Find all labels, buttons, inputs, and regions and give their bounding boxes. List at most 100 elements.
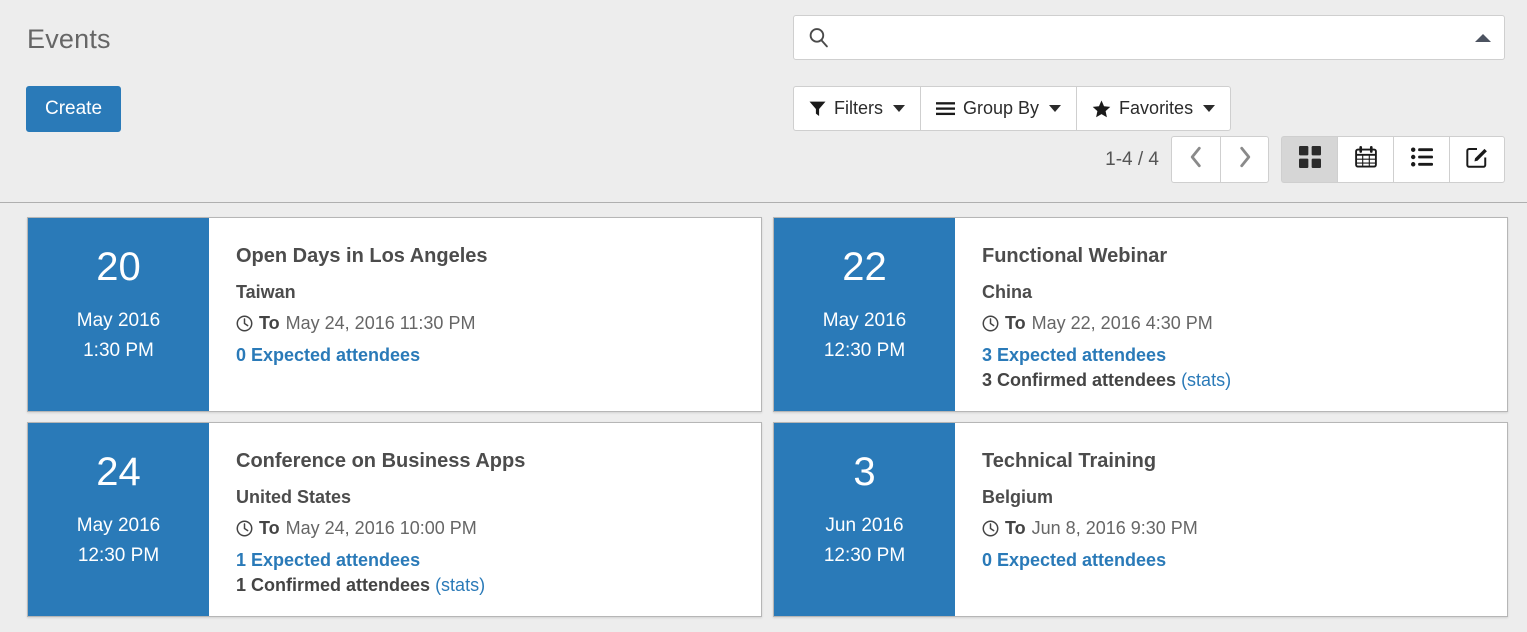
card-time: 12:30 PM xyxy=(823,340,906,361)
clock-icon xyxy=(236,520,253,537)
group-by-label: Group By xyxy=(963,98,1040,118)
card-body: Open Days in Los Angeles Taiwan To May 2… xyxy=(209,218,761,411)
favorites-button[interactable]: Favorites xyxy=(1076,86,1232,131)
card-confirmed-line: 1 Confirmed attendees (stats) xyxy=(236,573,761,598)
caret-up-icon[interactable] xyxy=(1475,33,1491,42)
card-title: Functional Webinar xyxy=(982,245,1168,267)
pager-and-views: 1-4 / 4 xyxy=(1105,136,1505,183)
confirmed-attendees-label: 1 Confirmed attendees xyxy=(236,575,431,595)
view-button-list[interactable] xyxy=(1393,136,1449,183)
pager-count: 1-4 / 4 xyxy=(1105,148,1159,170)
view-button-form[interactable] xyxy=(1449,136,1505,183)
stats-link[interactable]: (stats) xyxy=(435,575,485,595)
card-day: 22 xyxy=(842,245,887,289)
pager-previous-button[interactable] xyxy=(1171,136,1220,183)
card-time: 12:30 PM xyxy=(823,545,906,566)
kanban-card[interactable]: 3 Jun 2016 12:30 PM Technical Training B… xyxy=(773,422,1508,617)
kanban-card[interactable]: 24 May 2016 12:30 PM Conference on Busin… xyxy=(27,422,762,617)
clock-icon xyxy=(982,315,999,332)
chevron-down-icon xyxy=(1203,105,1216,112)
card-title: Technical Training xyxy=(982,450,1157,472)
chevron-down-icon xyxy=(1049,105,1062,112)
kanban-container: 20 May 2016 1:30 PM Open Days in Los Ang… xyxy=(0,203,1527,617)
page-title: Events xyxy=(27,24,111,54)
list-bullets-icon xyxy=(1410,147,1433,172)
card-month-year: May 2016 xyxy=(822,310,907,331)
card-country: China xyxy=(982,282,1033,302)
card-title: Open Days in Los Angeles xyxy=(236,245,488,267)
card-expected-line: 0 Expected attendees xyxy=(236,343,761,368)
card-time: 12:30 PM xyxy=(77,545,160,566)
kanban-card[interactable]: 22 May 2016 12:30 PM Functional Webinar … xyxy=(773,217,1508,412)
card-to-date: Jun 8, 2016 9:30 PM xyxy=(1031,518,1198,538)
card-country: United States xyxy=(236,487,352,507)
card-to-date: May 24, 2016 10:00 PM xyxy=(285,518,477,538)
filters-label: Filters xyxy=(834,98,883,118)
filters-button[interactable]: Filters xyxy=(793,86,920,131)
clock-icon xyxy=(236,315,253,332)
star-icon xyxy=(1092,100,1111,118)
pencil-square-icon xyxy=(1466,146,1488,173)
chevron-right-icon xyxy=(1236,145,1254,174)
card-day: 20 xyxy=(96,245,141,289)
card-country: Belgium xyxy=(982,487,1054,507)
card-day: 3 xyxy=(853,450,876,494)
search-box[interactable] xyxy=(793,15,1505,60)
card-title: Conference on Business Apps xyxy=(236,450,526,472)
card-end-date: To Jun 8, 2016 9:30 PM xyxy=(982,515,1507,541)
card-expected-line: 0 Expected attendees xyxy=(982,548,1507,573)
favorites-label: Favorites xyxy=(1119,98,1194,118)
card-expected-line: 3 Expected attendees xyxy=(982,343,1507,368)
hamburger-lines-icon xyxy=(936,101,955,116)
confirmed-attendees-label: 3 Confirmed attendees xyxy=(982,370,1177,390)
card-month-year: Jun 2016 xyxy=(825,515,904,536)
expected-attendees-link[interactable]: 1 Expected attendees xyxy=(236,550,420,570)
view-switcher xyxy=(1281,136,1505,183)
chevron-left-icon xyxy=(1187,145,1205,174)
card-body: Conference on Business Apps United State… xyxy=(209,423,761,616)
card-to-label: To xyxy=(259,313,280,333)
card-date-panel: 24 May 2016 12:30 PM xyxy=(28,423,209,616)
chevron-down-icon xyxy=(893,105,905,112)
view-button-kanban[interactable] xyxy=(1281,136,1337,183)
pager-buttons xyxy=(1171,136,1269,183)
card-date-panel: 3 Jun 2016 12:30 PM xyxy=(774,423,955,616)
expected-attendees-link[interactable]: 3 Expected attendees xyxy=(982,345,1166,365)
card-end-date: To May 22, 2016 4:30 PM xyxy=(982,310,1507,336)
card-month-year: May 2016 xyxy=(76,515,161,536)
card-body: Technical Training Belgium To Jun 8, 201… xyxy=(955,423,1507,616)
card-date-panel: 22 May 2016 12:30 PM xyxy=(774,218,955,411)
search-icon xyxy=(807,27,829,49)
clock-icon xyxy=(982,520,999,537)
expected-attendees-link[interactable]: 0 Expected attendees xyxy=(236,345,420,365)
card-country: Taiwan xyxy=(236,282,296,302)
search-options-buttons: Filters Group By Favorites xyxy=(793,86,1232,131)
card-to-label: To xyxy=(1005,313,1026,333)
view-button-calendar[interactable] xyxy=(1337,136,1393,183)
card-to-date: May 22, 2016 4:30 PM xyxy=(1031,313,1213,333)
card-to-label: To xyxy=(1005,518,1026,538)
control-panel: Events Create Filters Group By Favorites… xyxy=(0,0,1527,203)
card-month-year: May 2016 xyxy=(76,310,161,331)
card-body: Functional Webinar China To May 22, 2016… xyxy=(955,218,1507,411)
grid-squares-icon xyxy=(1298,146,1321,173)
card-time: 1:30 PM xyxy=(83,340,154,361)
card-confirmed-line: 3 Confirmed attendees (stats) xyxy=(982,368,1507,393)
card-end-date: To May 24, 2016 10:00 PM xyxy=(236,515,761,541)
card-to-label: To xyxy=(259,518,280,538)
card-expected-line: 1 Expected attendees xyxy=(236,548,761,573)
group-by-button[interactable]: Group By xyxy=(920,86,1077,131)
card-date-panel: 20 May 2016 1:30 PM xyxy=(28,218,209,411)
card-end-date: To May 24, 2016 11:30 PM xyxy=(236,310,761,336)
calendar-icon xyxy=(1354,146,1377,173)
expected-attendees-link[interactable]: 0 Expected attendees xyxy=(982,550,1166,570)
pager-next-button[interactable] xyxy=(1220,136,1269,183)
search-input[interactable] xyxy=(829,16,1475,59)
events-kanban-page: Events Create Filters Group By Favorites… xyxy=(0,0,1527,632)
card-to-date: May 24, 2016 11:30 PM xyxy=(285,313,476,333)
kanban-card[interactable]: 20 May 2016 1:30 PM Open Days in Los Ang… xyxy=(27,217,762,412)
create-button[interactable]: Create xyxy=(26,86,122,132)
stats-link[interactable]: (stats) xyxy=(1181,370,1231,390)
card-day: 24 xyxy=(96,450,141,494)
filter-funnel-icon xyxy=(809,100,826,117)
